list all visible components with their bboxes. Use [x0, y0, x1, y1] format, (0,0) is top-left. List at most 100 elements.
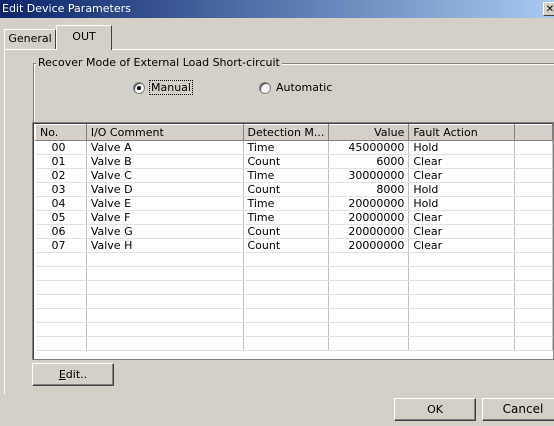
cell-empty[interactable] [408, 308, 516, 323]
cell-empty[interactable] [328, 308, 410, 323]
cell-empty[interactable] [243, 280, 330, 295]
cell-empty[interactable] [514, 294, 553, 309]
cell-no[interactable]: 02 [35, 168, 87, 183]
cell-value[interactable]: 8000 [328, 182, 410, 197]
column-header-detection-mode[interactable]: Detection M... [242, 124, 330, 141]
cell-fault-action[interactable]: Clear [408, 210, 516, 225]
table-row-empty[interactable] [35, 336, 553, 351]
cell-no[interactable]: 05 [35, 210, 87, 225]
cell-empty[interactable] [514, 266, 553, 281]
cell-blank[interactable] [514, 210, 553, 225]
cell-empty[interactable] [328, 252, 410, 267]
cell-value[interactable]: 20000000 [328, 196, 410, 211]
cell-io-comment[interactable]: Valve A [86, 140, 244, 155]
table-row[interactable]: 06 Valve G Count 20000000 Clear [35, 224, 553, 239]
cell-empty[interactable] [35, 336, 87, 351]
cell-fault-action[interactable]: Clear [408, 224, 516, 239]
cell-empty[interactable] [86, 336, 244, 351]
cell-empty[interactable] [328, 266, 410, 281]
ok-button[interactable]: OK [394, 398, 476, 421]
cell-empty[interactable] [328, 322, 410, 337]
cell-empty[interactable] [35, 308, 87, 323]
cell-empty[interactable] [243, 336, 330, 351]
table-row[interactable]: 02 Valve C Time 30000000 Clear [35, 168, 553, 183]
cell-empty[interactable] [514, 252, 553, 267]
cell-empty[interactable] [328, 336, 410, 351]
cell-empty[interactable] [35, 294, 87, 309]
cell-empty[interactable] [514, 336, 553, 351]
cell-value[interactable]: 20000000 [328, 210, 410, 225]
cell-fault-action[interactable]: Hold [408, 196, 516, 211]
cell-io-comment[interactable]: Valve C [86, 168, 244, 183]
edit-button[interactable]: Edit.. [32, 363, 114, 386]
table-row-empty[interactable] [35, 266, 553, 281]
radio-automatic-indicator[interactable] [259, 81, 271, 94]
cell-fault-action[interactable]: Clear [408, 168, 516, 183]
cell-empty[interactable] [408, 266, 516, 281]
cell-empty[interactable] [408, 336, 516, 351]
cell-io-comment[interactable]: Valve H [86, 238, 244, 253]
radio-automatic-label[interactable]: Automatic [276, 81, 332, 94]
cell-empty[interactable] [408, 280, 516, 295]
close-icon[interactable]: ✕ [543, 2, 554, 16]
cell-io-comment[interactable]: Valve G [86, 224, 244, 239]
cell-empty[interactable] [328, 280, 410, 295]
table-row-empty[interactable] [35, 252, 553, 267]
cell-blank[interactable] [514, 196, 553, 211]
cell-empty[interactable] [514, 280, 553, 295]
cell-blank[interactable] [514, 224, 553, 239]
cell-no[interactable]: 00 [35, 140, 87, 155]
cell-empty[interactable] [243, 252, 330, 267]
tab-out[interactable]: OUT [56, 25, 112, 50]
cell-detection-mode[interactable]: Time [243, 168, 330, 183]
parameters-table-box[interactable]: No. I/O Comment Detection M... Value Fau… [32, 122, 554, 360]
table-row-empty[interactable] [35, 294, 553, 309]
cell-value[interactable]: 30000000 [328, 168, 410, 183]
cell-empty[interactable] [35, 280, 87, 295]
cell-blank[interactable] [514, 168, 553, 183]
cell-empty[interactable] [408, 252, 516, 267]
cell-fault-action[interactable]: Clear [408, 238, 516, 253]
table-row-empty[interactable] [35, 322, 553, 337]
cell-empty[interactable] [86, 308, 244, 323]
cell-blank[interactable] [514, 140, 553, 155]
cell-empty[interactable] [35, 252, 87, 267]
cell-detection-mode[interactable]: Count [243, 154, 330, 169]
column-header-blank[interactable] [514, 124, 553, 141]
cell-no[interactable]: 07 [35, 238, 87, 253]
cell-empty[interactable] [243, 294, 330, 309]
cell-detection-mode[interactable]: Time [243, 140, 330, 155]
radio-manual[interactable]: Manual [133, 80, 193, 95]
cell-fault-action[interactable]: Clear [408, 154, 516, 169]
cell-empty[interactable] [408, 294, 516, 309]
table-row[interactable]: 05 Valve F Time 20000000 Clear [35, 210, 553, 225]
column-header-io-comment[interactable]: I/O Comment [85, 124, 244, 141]
cell-empty[interactable] [86, 322, 244, 337]
cell-empty[interactable] [86, 266, 244, 281]
cell-blank[interactable] [514, 154, 553, 169]
cell-no[interactable]: 03 [35, 182, 87, 197]
cell-no[interactable]: 06 [35, 224, 87, 239]
cell-empty[interactable] [86, 280, 244, 295]
cell-empty[interactable] [514, 322, 553, 337]
table-row[interactable]: 03 Valve D Count 8000 Hold [35, 182, 553, 197]
table-row[interactable]: 07 Valve H Count 20000000 Clear [35, 238, 553, 253]
cell-detection-mode[interactable]: Count [243, 182, 330, 197]
cell-no[interactable]: 04 [35, 196, 87, 211]
cell-empty[interactable] [328, 294, 410, 309]
table-row-empty[interactable] [35, 308, 553, 323]
cell-no[interactable]: 01 [35, 154, 87, 169]
cell-detection-mode[interactable]: Time [243, 210, 330, 225]
cell-empty[interactable] [86, 252, 244, 267]
cell-io-comment[interactable]: Valve E [86, 196, 244, 211]
cancel-button[interactable]: Cancel [482, 398, 554, 421]
table-row-empty[interactable] [35, 280, 553, 295]
table-row[interactable]: 00 Valve A Time 45000000 Hold [35, 140, 553, 155]
cell-fault-action[interactable]: Hold [408, 182, 516, 197]
cell-value[interactable]: 20000000 [328, 224, 410, 239]
cell-blank[interactable] [514, 238, 553, 253]
cell-blank[interactable] [514, 182, 553, 197]
cell-empty[interactable] [514, 308, 553, 323]
cell-empty[interactable] [86, 294, 244, 309]
cell-value[interactable]: 20000000 [328, 238, 410, 253]
